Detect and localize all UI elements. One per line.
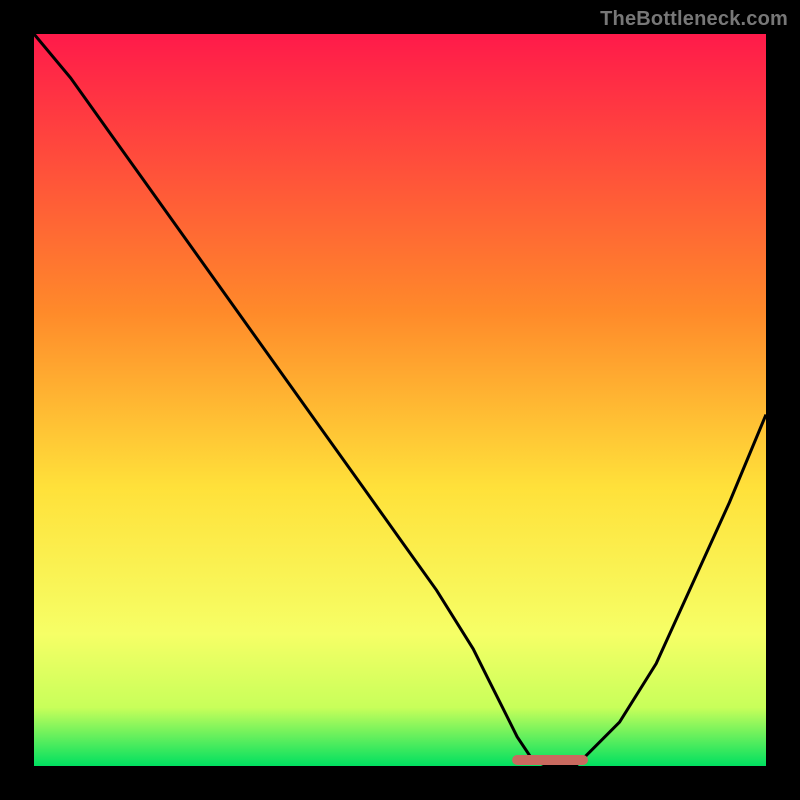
watermark-text: TheBottleneck.com — [600, 8, 788, 31]
bottleneck-plot — [34, 34, 766, 766]
gradient-rect — [34, 34, 766, 766]
plot-frame — [34, 34, 766, 766]
chart-stage: TheBottleneck.com — [0, 0, 800, 800]
